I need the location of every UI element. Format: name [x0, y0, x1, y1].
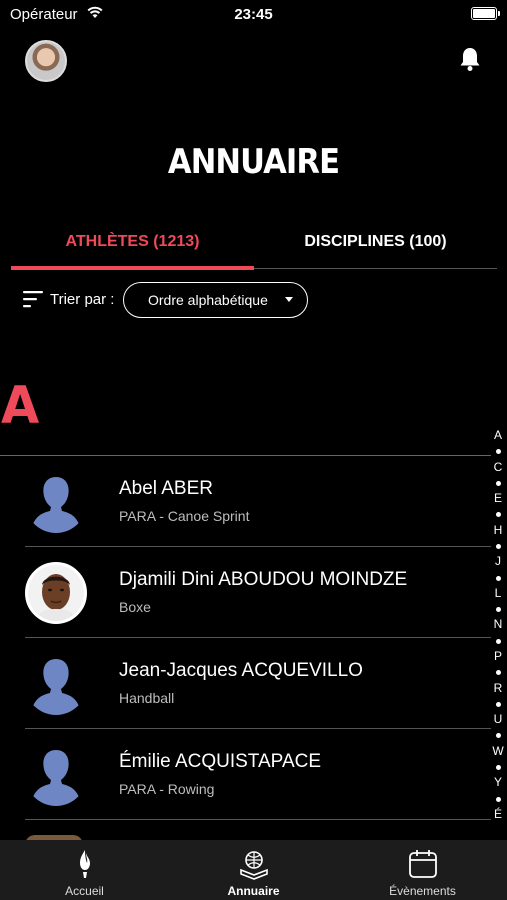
alpha-index-letter[interactable]: J [495, 554, 501, 570]
alpha-index-dot [495, 512, 501, 518]
athlete-row[interactable]: Jean-Jacques ACQUEVILLO Handball [0, 638, 491, 729]
alpha-index-dot [495, 733, 501, 739]
athlete-photo [25, 562, 87, 624]
alpha-index-dot [495, 449, 501, 455]
athlete-row[interactable]: Djamili Dini ABOUDOU MOINDZE Boxe [0, 547, 491, 638]
alpha-index-letter[interactable]: P [494, 649, 502, 665]
status-bar: Opérateur 23:45 [0, 0, 507, 30]
alpha-index-letter[interactable]: N [494, 617, 503, 633]
active-tab-indicator [11, 266, 254, 270]
alpha-index-dot [495, 543, 501, 549]
tab-bar-evenements[interactable]: Évènements [338, 848, 507, 898]
alpha-index-dot [495, 607, 501, 613]
athlete-placeholder-icon [25, 653, 87, 715]
tab-disciplines[interactable]: DISCIPLINES (100) [254, 233, 497, 251]
alpha-index-dot [495, 638, 501, 644]
athlete-row[interactable]: Abel ABER PARA - Canoe Sprint [0, 456, 491, 547]
alpha-index-letter[interactable]: É [494, 807, 502, 823]
alpha-index-dot [495, 796, 501, 802]
directory-icon [239, 851, 268, 880]
alpha-index-letter[interactable]: Y [494, 775, 502, 791]
tab-athletes[interactable]: ATHLÈTES (1213) [11, 233, 254, 251]
alpha-index-letter[interactable]: R [494, 681, 503, 697]
caret-down-icon [285, 297, 293, 302]
sort-dropdown-value: Ordre alphabétique [148, 292, 268, 308]
athlete-name: Djamili Dini ABOUDOU MOINDZE [119, 569, 408, 590]
alpha-index-letter[interactable]: W [492, 744, 503, 760]
athlete-discipline: Boxe [119, 599, 151, 615]
bell-icon[interactable] [459, 46, 481, 72]
athlete-name: Jean-Jacques ACQUEVILLO [119, 660, 363, 681]
alpha-index-dot [495, 670, 501, 676]
flame-icon [79, 850, 90, 878]
alpha-index-letter[interactable]: H [494, 523, 503, 539]
athlete-name: Émilie ACQUISTAPACE [119, 751, 322, 772]
athlete-placeholder-icon [25, 744, 87, 806]
alpha-index-letter[interactable]: C [494, 460, 503, 476]
page-title: ANNUAIRE [167, 142, 340, 182]
alpha-index-dot [495, 701, 501, 707]
tab-bar-label: Annuaire [227, 884, 280, 898]
athlete-row[interactable]: Émilie ACQUISTAPACE PARA - Rowing [0, 729, 491, 820]
alpha-index-dot [495, 575, 501, 581]
athlete-list: Abel ABER PARA - Canoe Sprint Djamili Di… [0, 456, 491, 820]
tab-bar-label: Évènements [389, 884, 456, 898]
tab-bar-annuaire[interactable]: Annuaire [169, 848, 338, 898]
sort-label: Trier par : [50, 291, 115, 308]
alpha-index-dot [495, 764, 501, 770]
alpha-index-letter[interactable]: L [495, 586, 502, 602]
tab-bar-label: Accueil [65, 884, 104, 898]
sort-dropdown[interactable]: Ordre alphabétique [123, 282, 308, 318]
athlete-name: Abel ABER [119, 478, 213, 499]
calendar-icon [408, 850, 437, 878]
tab-strip: ATHLÈTES (1213) DISCIPLINES (100) [11, 225, 497, 270]
bottom-tab-bar: Accueil Annuaire Évènements [0, 840, 507, 900]
clock: 23:45 [234, 6, 273, 23]
sort-icon [23, 291, 43, 308]
athlete-discipline: Handball [119, 690, 175, 706]
alpha-index-letter[interactable]: E [494, 491, 502, 507]
avatar[interactable] [25, 40, 67, 82]
athlete-placeholder-icon [25, 471, 87, 533]
tab-bar-accueil[interactable]: Accueil [0, 848, 169, 898]
alpha-index-letter[interactable]: A [494, 428, 502, 444]
alphabet-index[interactable]: A C E H J L N P R U W Y É [491, 428, 505, 823]
alpha-index-letter[interactable]: U [494, 712, 503, 728]
athlete-discipline: PARA - Rowing [119, 781, 215, 797]
battery-icon [471, 7, 500, 20]
alpha-index-dot [495, 480, 501, 486]
section-letter: A [1, 376, 40, 436]
athlete-discipline: PARA - Canoe Sprint [119, 508, 250, 524]
